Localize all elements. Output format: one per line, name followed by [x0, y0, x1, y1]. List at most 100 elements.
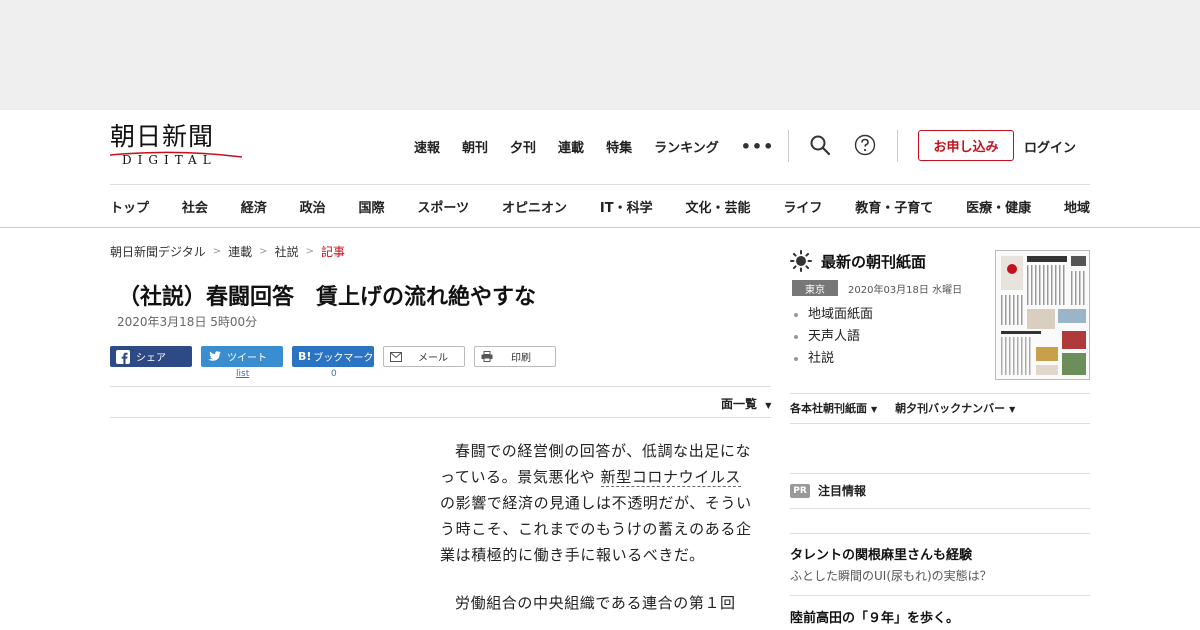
article-date: 2020年3月18日 5時00分	[117, 315, 258, 329]
article-title: （社説）春闘回答 賃上げの流れ絶やすな	[118, 285, 537, 310]
top-nav-item[interactable]: 特集	[606, 137, 632, 156]
bullet-icon	[794, 313, 798, 317]
facebook-icon	[116, 349, 130, 364]
article-paragraph: 春闘での経営側の回答が、低調な出足になっている。景気悪化や 新型コロナウイルス …	[440, 438, 752, 568]
divider	[790, 533, 1090, 534]
bullet-icon	[794, 357, 798, 361]
paper-link-label: 地域面紙面	[808, 307, 874, 322]
article-paragraph: 労働組合の中央組織である連合の第１回	[455, 594, 736, 612]
site-header: 朝日新聞 DIGITAL 速報 朝刊 夕刊 連載 特集 ランキング ••• お申…	[0, 110, 1200, 228]
dropdown-arrow-icon: ▼	[1009, 405, 1016, 414]
dropdown-arrow-icon: ▼	[871, 405, 878, 414]
category-item[interactable]: 文化・芸能	[685, 197, 750, 216]
paper-link-label: 天声人語	[808, 329, 861, 344]
breadcrumb-separator: >	[259, 246, 268, 257]
print-icon	[481, 351, 493, 362]
paper-link[interactable]: 天声人語	[794, 326, 873, 348]
facebook-share-label: シェア	[136, 353, 166, 364]
twitter-share-button[interactable]: ツイート	[201, 346, 283, 367]
top-nav-item[interactable]: 朝刊	[462, 137, 488, 156]
breadcrumb-separator: >	[305, 246, 314, 257]
logo-subtitle: DIGITAL	[122, 153, 217, 167]
page-list-dropdown[interactable]: 面一覧 ▼	[721, 395, 771, 412]
breadcrumb-current: 記事	[320, 245, 345, 259]
divider	[790, 393, 1090, 394]
twitter-icon	[207, 350, 221, 363]
pr-item-desc[interactable]: ふとした瞬間のUI(尿もれ)の実態は？	[790, 567, 992, 584]
category-item[interactable]: 教育・子育て	[855, 197, 933, 216]
newspaper-thumbnail-image	[1001, 256, 1086, 375]
paper-date: 2020年03月18日 水曜日	[848, 285, 963, 296]
pr-item-title[interactable]: 陸前高田の「９年」を歩く。	[790, 607, 959, 626]
sun-icon	[790, 250, 812, 272]
header-divider	[897, 130, 898, 162]
breadcrumb-item[interactable]: 連載	[228, 243, 252, 260]
breadcrumb-item[interactable]: 朝日新聞デジタル	[110, 243, 206, 260]
mail-icon	[390, 351, 402, 362]
latest-paper-title[interactable]: 最新の朝刊紙面	[821, 251, 926, 272]
mail-share-button[interactable]: メール	[383, 346, 465, 367]
category-item[interactable]: 地域	[1064, 197, 1090, 216]
header-divider	[788, 130, 789, 162]
hatena-bookmark-label: ブックマーク	[313, 353, 374, 364]
category-item[interactable]: IT・科学	[600, 197, 653, 216]
facebook-share-button[interactable]: シェア	[110, 346, 192, 367]
pr-label: 注目情報	[818, 484, 867, 498]
paragraph-text: の影響で経済の見通しは不透明だが、そういう時こそ、これまでのもうけの蓄えのある企…	[440, 494, 752, 564]
more-menu-button[interactable]: •••	[741, 137, 775, 156]
divider	[790, 473, 1090, 474]
category-nav: トップ 社会 経済 政治 国際 スポーツ オピニオン IT・科学 文化・芸能 ラ…	[110, 197, 1090, 216]
site-logo[interactable]: 朝日新聞 DIGITAL	[110, 123, 242, 171]
hatena-count: 0	[331, 369, 337, 379]
region-badge: 東京	[792, 280, 838, 296]
print-label: 印刷	[511, 353, 531, 364]
logo-title: 朝日新聞	[110, 122, 215, 151]
keyword-link[interactable]: 新型コロナウイルス	[600, 468, 742, 487]
paper-link-label: 社説	[808, 351, 835, 366]
category-item[interactable]: 経済	[241, 197, 267, 216]
top-nav-item[interactable]: 連載	[558, 137, 584, 156]
top-nav: 速報 朝刊 夕刊 連載 特集 ランキング •••	[414, 136, 774, 156]
back-number-dropdown[interactable]: 朝夕刊バックナンバー ▼	[895, 400, 1015, 416]
pr-item-title[interactable]: タレントの関根麻里さんも経験	[790, 544, 972, 563]
dropdown-arrow-icon: ▼	[765, 401, 772, 410]
regional-paper-dropdown[interactable]: 各本社朝刊紙面 ▼	[790, 400, 877, 416]
search-icon[interactable]	[809, 134, 831, 156]
top-nav-item[interactable]: ランキング	[654, 137, 719, 156]
category-item[interactable]: 医療・健康	[966, 197, 1031, 216]
category-item[interactable]: ライフ	[783, 197, 822, 216]
page-list-label: 面一覧	[721, 397, 758, 411]
help-icon[interactable]	[854, 134, 876, 156]
divider	[790, 595, 1090, 596]
top-nav-item[interactable]: 速報	[414, 137, 440, 156]
divider	[110, 417, 771, 418]
mail-share-label: メール	[418, 353, 448, 364]
breadcrumb: 朝日新聞デジタル > 連載 > 社説 > 記事	[110, 243, 345, 260]
login-link[interactable]: ログイン	[1024, 137, 1076, 156]
category-item[interactable]: 国際	[359, 197, 385, 216]
pr-badge: PR	[790, 483, 810, 498]
bullet-icon	[794, 335, 798, 339]
newspaper-thumbnail[interactable]	[995, 250, 1090, 380]
print-button[interactable]: 印刷	[474, 346, 556, 367]
category-item[interactable]: オピニオン	[502, 197, 567, 216]
signup-button[interactable]: お申し込み	[918, 130, 1014, 161]
paper-link[interactable]: 地域面紙面	[794, 304, 873, 326]
divider	[790, 508, 1090, 509]
paper-links: 地域面紙面 天声人語 社説	[794, 304, 873, 370]
category-item[interactable]: 社会	[182, 197, 208, 216]
hatena-bookmark-icon: B!	[298, 350, 312, 363]
category-item[interactable]: トップ	[110, 197, 149, 216]
share-bar: シェア ツイート B! ブックマーク メール 印刷	[110, 346, 565, 367]
category-item[interactable]: スポーツ	[417, 197, 469, 216]
breadcrumb-item[interactable]: 社説	[275, 243, 299, 260]
top-nav-item[interactable]: 夕刊	[510, 137, 536, 156]
category-item[interactable]: 政治	[300, 197, 326, 216]
header-divider-line	[110, 184, 1090, 185]
paper-link[interactable]: 社説	[794, 348, 873, 370]
article-body: 春闘での経営側の回答が、低調な出足になっている。景気悪化や 新型コロナウイルス …	[440, 438, 752, 630]
twitter-share-label: ツイート	[227, 353, 267, 364]
hatena-bookmark-button[interactable]: B! ブックマーク	[292, 346, 374, 367]
breadcrumb-separator: >	[212, 246, 222, 257]
twitter-count[interactable]: list	[236, 369, 249, 379]
